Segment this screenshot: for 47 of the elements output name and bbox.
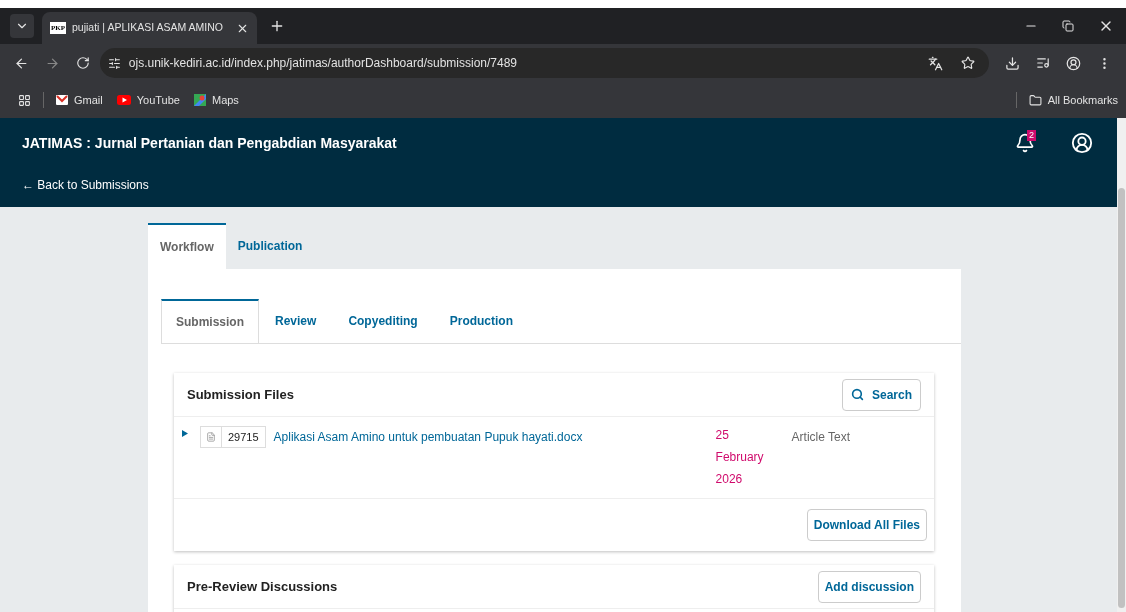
notification-badge: 2	[1027, 130, 1036, 141]
apps-icon[interactable]	[18, 93, 31, 107]
url-text: ojs.unik-kediri.ac.id/index.php/jatimas/authorDashboard/submission/7489	[128, 55, 519, 72]
document-icon	[206, 432, 216, 442]
profile-icon[interactable]	[1066, 55, 1082, 71]
section-title: Pre-Review Discussions	[187, 577, 338, 596]
tab-title: pujiati | APLIKASI ASAM AMINO	[72, 20, 224, 36]
user-icon[interactable]	[1071, 132, 1093, 154]
download-all-button[interactable]: Download All Files	[806, 509, 927, 541]
file-link[interactable]: Aplikasi Asam Amino untuk pembuatan Pupuk hayati.docx	[273, 428, 716, 446]
tab[interactable]: Review	[259, 299, 333, 343]
site-settings-icon[interactable]	[107, 56, 121, 70]
add-discussion-button[interactable]: Add discussion	[817, 570, 921, 603]
tab[interactable]: Submission	[161, 299, 259, 343]
play-icon	[116, 95, 131, 105]
folder-icon	[1028, 93, 1042, 107]
all-bookmarks[interactable]: All Bookmarks	[1028, 91, 1118, 109]
star-icon[interactable]	[961, 56, 976, 70]
bookmark[interactable]: Gmail	[56, 91, 103, 109]
file-id-badge: 29715	[200, 426, 266, 448]
new-tab-icon[interactable]	[269, 18, 285, 34]
search-button[interactable]: Search	[841, 378, 921, 411]
mail-icon	[56, 95, 68, 105]
media-icon[interactable]	[1036, 56, 1051, 70]
address-bar[interactable]: ojs.unik-kediri.ac.id/index.php/jatimas/authorDashboard/submission/7489	[99, 48, 990, 78]
tab[interactable]: Publication	[225, 223, 315, 269]
expand-caret-icon[interactable]	[182, 430, 188, 437]
translate-icon[interactable]	[928, 55, 944, 71]
scrollbar[interactable]	[1117, 118, 1126, 612]
reload-icon[interactable]	[75, 56, 90, 70]
download-icon[interactable]	[1005, 55, 1021, 71]
file-type: Article Text	[791, 429, 851, 446]
search-icon	[850, 388, 864, 401]
tab[interactable]: Workflow	[148, 223, 226, 269]
bookmark[interactable]: YouTube	[116, 91, 180, 109]
section-title: Submission Files	[187, 385, 294, 404]
bookmark[interactable]: Maps	[193, 91, 239, 109]
tab[interactable]: Copyediting	[332, 299, 434, 343]
back-link[interactable]: ← Back to Submissions	[22, 176, 149, 194]
journal-title: JATIMAS : Jurnal Pertanian dan Pengabdian Masyarakat	[22, 133, 398, 153]
forward-icon[interactable]	[44, 55, 60, 71]
map-pin-icon	[193, 94, 206, 106]
restore-icon[interactable]	[1062, 20, 1074, 32]
tab-search-button[interactable]	[10, 14, 34, 38]
tab[interactable]: Production	[433, 299, 530, 343]
back-icon[interactable]	[14, 55, 29, 71]
file-date: 25 February 2026	[715, 427, 765, 488]
